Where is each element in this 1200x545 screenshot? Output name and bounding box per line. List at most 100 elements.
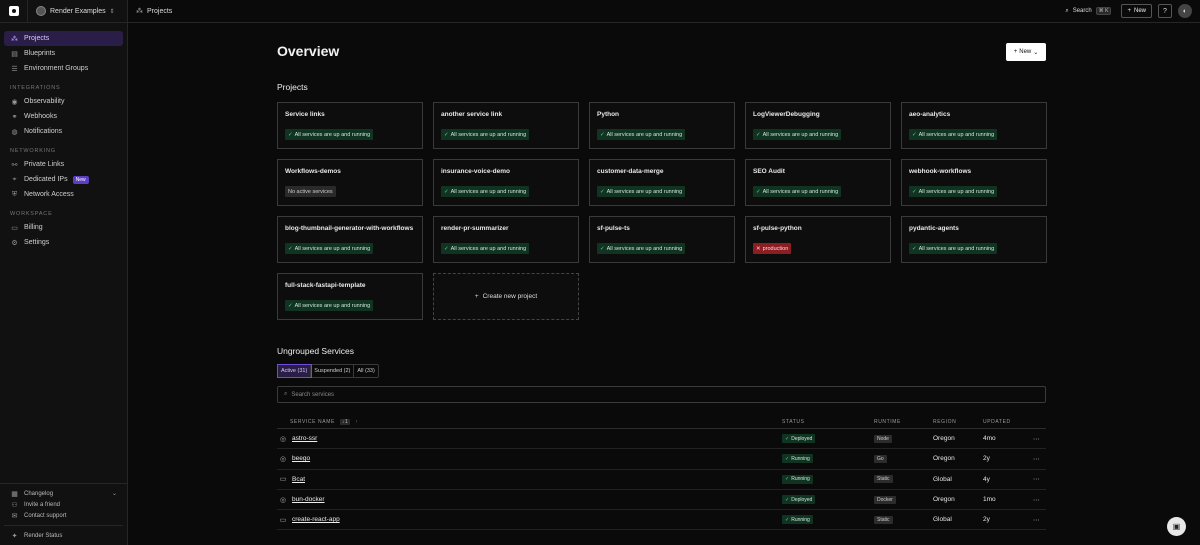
- sidebar-item-blueprints[interactable]: ▤ Blueprints: [4, 46, 123, 61]
- check-icon: ✓: [288, 245, 293, 252]
- service-link[interactable]: bun-docker: [292, 496, 325, 503]
- project-card[interactable]: webhook-workflows ✓ All services are up an…: [901, 159, 1047, 206]
- table-row[interactable]: ◎ beego ✓ Running Go Oregon 2y ⋯: [277, 449, 1046, 470]
- changelog-link[interactable]: ▦ Changelog ⌄: [4, 488, 123, 499]
- project-card[interactable]: full-stack-fastapi-template ✓ All services…: [277, 273, 423, 320]
- sidebar-item-notifications[interactable]: ◍ Notifications: [4, 124, 123, 139]
- project-card[interactable]: LogViewerDebugging ✓ All services are up a…: [745, 102, 891, 149]
- global-search-button[interactable]: ⌕ Search ⌘ K: [1061, 7, 1115, 15]
- project-name: aeo-analytics: [909, 111, 951, 118]
- sidebar-item-observability[interactable]: ◉ Observability: [4, 94, 123, 109]
- more-options-icon[interactable]: ⋯: [1033, 435, 1046, 443]
- project-card[interactable]: pydantic-agents ✓ All services are up and …: [901, 216, 1047, 263]
- project-card[interactable]: another service link ✓ All services are up…: [433, 102, 579, 149]
- top-bar: ⁂ Projects ⌕ Search ⌘ K + New ? ◐: [128, 0, 1200, 23]
- project-card[interactable]: blog-thumbnail-generator-with-workflows ✓…: [277, 216, 423, 263]
- section-workspace: WORKSPACE: [10, 211, 53, 217]
- status-badge: ✓ All services are up and running: [441, 243, 530, 254]
- col-updated: UPDATED: [983, 418, 1011, 425]
- invite-friend-link[interactable]: ⚇ Invite a friend: [4, 499, 123, 510]
- workspace-avatar: [36, 6, 46, 16]
- status-text: All services are up and running: [606, 188, 683, 195]
- webhooks-icon: ⚭: [11, 113, 18, 121]
- runtime-cell: Static: [874, 515, 933, 524]
- service-name-cell: ▭ Bcat: [277, 475, 782, 484]
- tab-active[interactable]: Active (31): [276, 364, 313, 378]
- sidebar-item-settings[interactable]: ⚙ Settings: [4, 235, 123, 250]
- col-runtime: RUNTIME: [874, 418, 901, 425]
- breadcrumb[interactable]: ⁂ Projects: [136, 7, 172, 16]
- runtime-badge: Static: [874, 475, 893, 484]
- workspace-switcher[interactable]: Render Examples ⇕: [28, 6, 115, 16]
- top-new-button[interactable]: + New: [1121, 4, 1152, 18]
- link-icon: ⚯: [11, 161, 18, 169]
- updated-cell: 1mo: [983, 496, 996, 504]
- status-badge: ✓ Deployed: [782, 495, 816, 505]
- project-card[interactable]: render-pr-summarizer ✓ All services are up…: [433, 216, 579, 263]
- service-link[interactable]: create-react-app: [292, 516, 340, 523]
- sidebar-item-billing[interactable]: ▭ Billing: [4, 220, 123, 235]
- service-link[interactable]: beego: [292, 455, 310, 462]
- create-project-button[interactable]: + Create new project: [433, 273, 579, 320]
- render-dashboard: Render Examples ⇕ ⁂ Projects ▤ Blueprints …: [0, 0, 1200, 545]
- updated-cell: 2y: [983, 455, 990, 463]
- sidebar-item-environment-groups[interactable]: ☰ Environment Groups: [4, 61, 123, 76]
- project-card[interactable]: Workflows-demos No active services: [277, 159, 423, 206]
- sidebar-item-private-links[interactable]: ⚯ Private Links: [4, 157, 123, 172]
- status-badge: ✓ All services are up and running: [597, 129, 686, 140]
- table-row[interactable]: ◎ bun-docker ✓ Deployed Docker Oregon 1mo ⋯: [277, 490, 1046, 511]
- service-link[interactable]: Bcat: [292, 476, 305, 483]
- more-options-icon[interactable]: ⋯: [1033, 455, 1046, 463]
- service-link[interactable]: astro-ssr: [292, 435, 317, 442]
- table-row[interactable]: ▭ create-react-app ✓ Running Static Global 2y ⋯: [277, 510, 1046, 531]
- project-card[interactable]: sf-pulse-ts ✓ All services are up and runn…: [589, 216, 735, 263]
- render-logo[interactable]: [0, 0, 28, 23]
- overview-new-button[interactable]: + New ⌄: [1006, 43, 1046, 61]
- check-icon: ✓: [785, 455, 790, 462]
- status-text: All services are up and running: [294, 245, 371, 252]
- project-card[interactable]: insurance-voice-demo ✓ All services are up…: [433, 159, 579, 206]
- help-button[interactable]: ?: [1158, 4, 1172, 18]
- user-avatar[interactable]: ◐: [1178, 4, 1192, 18]
- sidebar-item-projects[interactable]: ⁂ Projects: [4, 31, 123, 46]
- project-card[interactable]: Python ✓ All services are up and running: [589, 102, 735, 149]
- new-label: New: [1019, 49, 1032, 55]
- project-card[interactable]: aeo-analytics ✓ All services are up and ru…: [901, 102, 1047, 149]
- table-row[interactable]: ◎ astro-ssr ✓ Deployed Node Oregon 4mo ⋯: [277, 429, 1046, 450]
- ip-icon: ⌖: [12, 175, 17, 183]
- tab-all[interactable]: All (33): [354, 365, 377, 377]
- sidebar-item-label: Settings: [24, 239, 50, 246]
- sidebar-item-label: Observability: [24, 98, 65, 105]
- chat-button[interactable]: ▣: [1167, 517, 1186, 536]
- project-card[interactable]: Service links ✓ All services are up and ru…: [277, 102, 423, 149]
- tab-suspended[interactable]: Suspended (2): [311, 365, 355, 377]
- project-card[interactable]: sf-pulse-python ✕ production: [745, 216, 891, 263]
- check-icon: ✓: [288, 302, 293, 309]
- status-badge: ✓ All services are up and running: [909, 129, 998, 140]
- search-services-input[interactable]: ⌕ Search services: [277, 386, 1046, 403]
- contact-support-link[interactable]: ✉ Contact support: [4, 510, 123, 521]
- check-icon: ✓: [756, 131, 761, 138]
- project-card[interactable]: customer-data-merge ✓ All services are up …: [589, 159, 735, 206]
- status-badge: ✓ All services are up and running: [909, 243, 998, 254]
- more-options-icon[interactable]: ⋯: [1033, 475, 1046, 483]
- col-service-name[interactable]: SERVICE NAME ↓1 ↑: [277, 418, 782, 425]
- more-options-icon[interactable]: ⋯: [1033, 496, 1046, 504]
- more-options-icon[interactable]: ⋯: [1033, 516, 1046, 524]
- sort-arrow-icon: ↑: [355, 418, 359, 425]
- region-cell: Oregon: [933, 455, 955, 463]
- billing-icon: ▭: [11, 224, 18, 232]
- render-status-link[interactable]: ✦ Render Status: [4, 530, 123, 541]
- check-icon: ✓: [785, 496, 790, 503]
- project-card[interactable]: SEO Audit ✓ All services are up and runnin…: [745, 159, 891, 206]
- plus-icon: +: [1127, 8, 1131, 14]
- sidebar-item-webhooks[interactable]: ⚭ Webhooks: [4, 109, 123, 124]
- sidebar-item-network-access[interactable]: ⛨ Network Access: [4, 187, 123, 202]
- runtime-badge: Static: [874, 515, 893, 524]
- status-text: Running: [791, 476, 810, 483]
- workspace-bar: Render Examples ⇕: [0, 0, 127, 23]
- status-text: No active services: [288, 188, 333, 195]
- table-row[interactable]: ▭ Bcat ✓ Running Static Global 4y ⋯: [277, 470, 1046, 490]
- sidebar-item-dedicated-ips[interactable]: ⌖ Dedicated IPs New: [4, 172, 123, 187]
- region-cell: Global: [933, 516, 952, 524]
